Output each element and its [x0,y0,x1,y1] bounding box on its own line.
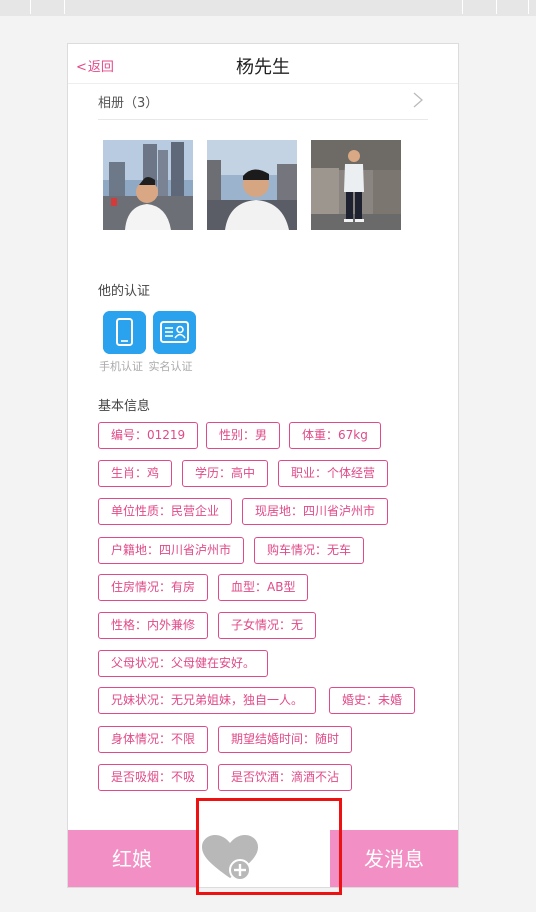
info-tag: 期望结婚时间：随时 [218,726,353,753]
info-tag: 购车情况：无车 [254,537,365,564]
info-tag: 子女情况：无 [218,612,317,639]
cert-label-phone: 手机认证 [99,360,143,373]
follow-heart-button[interactable] [196,830,330,887]
album-photo-1[interactable] [103,140,193,230]
info-tag: 婚史：未婚 [329,687,416,714]
browser-top-strip [0,0,536,16]
info-tag: 父母状况：父母健在安好。 [98,650,269,677]
page-header: <返回 杨先生 [68,44,458,84]
info-tag: 户籍地：四川省泸州市 [98,537,245,564]
id-card-cert-icon [153,311,196,354]
info-tag: 身体情况：不限 [98,726,209,753]
certification-title: 他的认证 [98,284,151,299]
heart-plus-icon [202,835,258,881]
info-tag: 单位性质：民营企业 [98,498,233,525]
info-tag: 是否吸烟：不吸 [98,764,209,791]
info-tag: 学历：高中 [182,460,269,487]
strip-divider [496,0,497,14]
phone-cert-icon [103,311,146,354]
info-tag: 是否饮酒：滴酒不沾 [218,764,353,791]
profile-page: <返回 杨先生 相册（3） 他的认证 手机认证 实名认证 基本信息 编号：012… [67,43,459,888]
chevron-right-icon [413,92,423,108]
send-message-button[interactable]: 发消息 [330,830,458,887]
info-tag: 现居地：四川省泸州市 [242,498,389,525]
info-tag: 职业：个体经营 [278,460,389,487]
info-tag: 体重：67kg [289,422,381,449]
info-tag: 生肖：鸡 [98,460,173,487]
info-tag: 血型：AB型 [218,574,309,601]
info-tag: 性格：内外兼修 [98,612,209,639]
album-photo-2[interactable] [207,140,297,230]
album-row[interactable]: 相册（3） [98,84,428,120]
strip-divider [462,0,463,14]
info-tag: 编号：01219 [98,422,199,449]
bottom-action-bar: 红娘 发消息 [68,830,458,887]
album-label: 相册（3） [98,96,159,111]
basic-info-title: 基本信息 [98,399,151,414]
strip-divider [30,0,31,14]
info-tag: 性别：男 [206,422,281,449]
info-tag: 住房情况：有房 [98,574,209,601]
info-tag: 兄妹状况：无兄弟姐妹，独自一人。 [98,687,317,714]
page-title: 杨先生 [236,57,290,78]
strip-divider [64,0,65,14]
matchmaker-button[interactable]: 红娘 [68,830,196,887]
cert-labels: 手机认证 实名认证 [99,358,193,374]
cert-label-realname: 实名认证 [148,360,193,373]
strip-divider [528,0,529,14]
album-photo-3[interactable] [311,140,401,230]
